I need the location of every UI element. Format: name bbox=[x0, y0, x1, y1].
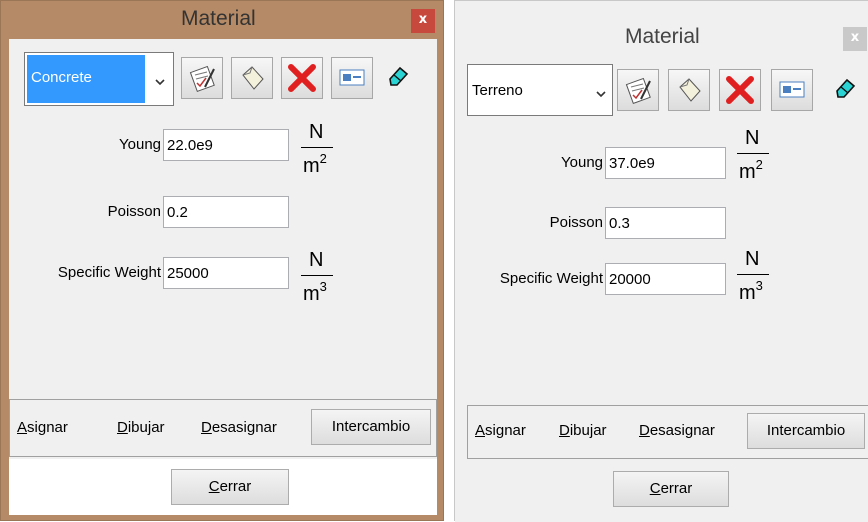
fraction-line bbox=[301, 275, 333, 276]
unit-numerator: N bbox=[309, 249, 324, 271]
intercambio-button[interactable]: Intercambio bbox=[311, 409, 431, 445]
poisson-input[interactable]: 0.2 bbox=[163, 196, 289, 228]
fraction-line bbox=[737, 274, 769, 275]
cerrar-button[interactable]: Cerrar bbox=[171, 469, 289, 505]
close-button[interactable]: x bbox=[411, 9, 435, 33]
properties-icon bbox=[339, 69, 365, 86]
specific-weight-input[interactable]: 20000 bbox=[605, 263, 726, 295]
fraction-line bbox=[737, 153, 769, 154]
intercambio-button[interactable]: Intercambio bbox=[747, 413, 865, 449]
specific-weight-label: Specific Weight bbox=[57, 264, 161, 281]
eraser-icon[interactable] bbox=[386, 65, 410, 89]
unit-denominator: m3 bbox=[739, 278, 763, 304]
edit-material-icon bbox=[189, 65, 215, 93]
new-material-icon bbox=[242, 66, 264, 90]
young-input[interactable]: 22.0e9 bbox=[163, 129, 289, 161]
window-title: Material bbox=[625, 25, 700, 48]
window-client: Concrete Young 22.0e9 N m2 Poisson 0.2 S… bbox=[9, 39, 437, 515]
asignar-link[interactable]: Asignar bbox=[17, 419, 68, 436]
new-material-icon bbox=[679, 78, 701, 102]
chevron-down-icon bbox=[155, 79, 165, 86]
material-select[interactable]: Terreno bbox=[467, 64, 613, 116]
poisson-label: Poisson bbox=[549, 214, 603, 231]
cerrar-button[interactable]: Cerrar bbox=[613, 471, 729, 507]
properties-button[interactable] bbox=[331, 57, 373, 99]
young-label: Young bbox=[561, 154, 603, 171]
unit-numerator: N bbox=[745, 127, 760, 149]
poisson-label: Poisson bbox=[107, 203, 161, 220]
edit-material-button[interactable] bbox=[181, 57, 223, 99]
dibujar-link[interactable]: Dibujar bbox=[559, 422, 607, 439]
material-select[interactable]: Concrete bbox=[24, 52, 174, 106]
material-select-value: Terreno bbox=[472, 82, 523, 99]
asignar-link[interactable]: Asignar bbox=[475, 422, 526, 439]
unit-numerator: N bbox=[745, 248, 760, 270]
edit-material-icon bbox=[625, 77, 651, 105]
fraction-line bbox=[301, 147, 333, 148]
delete-icon bbox=[726, 76, 754, 104]
unit-denominator: m3 bbox=[303, 279, 327, 305]
new-material-button[interactable] bbox=[668, 69, 710, 111]
eraser-icon[interactable] bbox=[833, 77, 857, 101]
unit-numerator: N bbox=[309, 121, 324, 143]
unit-denominator: m2 bbox=[303, 151, 327, 177]
specific-weight-input[interactable]: 25000 bbox=[163, 257, 289, 289]
delete-icon bbox=[288, 64, 316, 92]
delete-material-button[interactable] bbox=[719, 69, 761, 111]
title-bar[interactable]: Material x bbox=[1, 1, 443, 39]
dibujar-link[interactable]: Dibujar bbox=[117, 419, 165, 436]
material-select-value: Concrete bbox=[31, 69, 92, 86]
properties-icon bbox=[779, 81, 805, 98]
delete-material-button[interactable] bbox=[281, 57, 323, 99]
edit-material-button[interactable] bbox=[617, 69, 659, 111]
desasignar-link[interactable]: Desasignar bbox=[201, 419, 277, 436]
new-material-button[interactable] bbox=[231, 57, 273, 99]
poisson-input[interactable]: 0.3 bbox=[605, 207, 726, 239]
chevron-down-icon bbox=[596, 91, 606, 98]
window-title: Material bbox=[181, 7, 256, 30]
specific-weight-label: Specific Weight bbox=[499, 270, 603, 287]
unit-denominator: m2 bbox=[739, 157, 763, 183]
desasignar-link[interactable]: Desasignar bbox=[639, 422, 715, 439]
window-client: Terreno Young 37.0e9 N m2 Poisson 0.3 Sp… bbox=[455, 53, 868, 522]
title-bar[interactable]: Material x bbox=[455, 1, 868, 53]
properties-button[interactable] bbox=[771, 69, 813, 111]
young-label: Young bbox=[119, 136, 161, 153]
material-window-right: Material x Terreno Young 37.0e9 N m2 Poi… bbox=[454, 0, 868, 522]
young-input[interactable]: 37.0e9 bbox=[605, 147, 726, 179]
close-button[interactable]: x bbox=[843, 27, 867, 51]
material-window-left: Material x Concrete Young 22.0e9 N m2 Po… bbox=[0, 0, 444, 521]
